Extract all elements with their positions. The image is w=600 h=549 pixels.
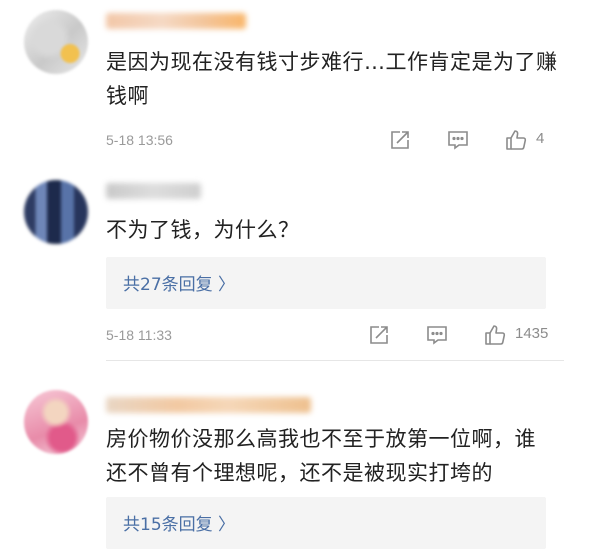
view-replies-button[interactable]: 共15条回复 〉 [106,497,546,549]
replies-count-label: 共15条回复 〉 [123,515,236,535]
username-blurred[interactable] [106,183,201,199]
comment-icon[interactable] [425,323,449,347]
divider [106,360,564,361]
thumbs-up-icon[interactable] [483,323,507,347]
comment-item: 是因为现在没有钱寸步难行…工作肯定是为了赚钱啊 5-18 13:56 4 [0,0,600,170]
comment-item: 房价物价没那么高我也不至于放第一位啊，谁还不曾有个理想呢，还不是被现实打垮的 共… [0,370,600,549]
replies-count-label: 共27条回复 〉 [123,275,236,295]
like-count: 4 [536,130,545,147]
avatar[interactable] [24,180,88,244]
share-icon[interactable] [367,323,391,347]
comment-timestamp: 5-18 11:33 [106,327,172,343]
share-icon[interactable] [388,128,412,152]
comment-text: 房价物价没那么高我也不至于放第一位啊，谁还不曾有个理想呢，还不是被现实打垮的 [106,427,536,485]
comment-actions: 4 [388,128,558,152]
thumbs-up-icon[interactable] [504,128,528,152]
comment-text: 是因为现在没有钱寸步难行…工作肯定是为了赚钱啊 [106,50,558,108]
comment-actions: 1435 [367,323,557,347]
username-blurred[interactable] [106,13,246,29]
like-count: 1435 [515,325,549,342]
avatar[interactable] [24,10,88,74]
view-replies-button[interactable]: 共27条回复 〉 [106,257,546,309]
username-blurred[interactable] [106,397,311,413]
avatar[interactable] [24,390,88,454]
comment-item: 不为了钱，为什么？ 共27条回复 〉 5-18 11:33 1435 [0,170,600,370]
comment-text: 不为了钱，为什么？ [106,218,300,242]
comment-timestamp: 5-18 13:56 [106,132,173,148]
comment-icon[interactable] [446,128,470,152]
